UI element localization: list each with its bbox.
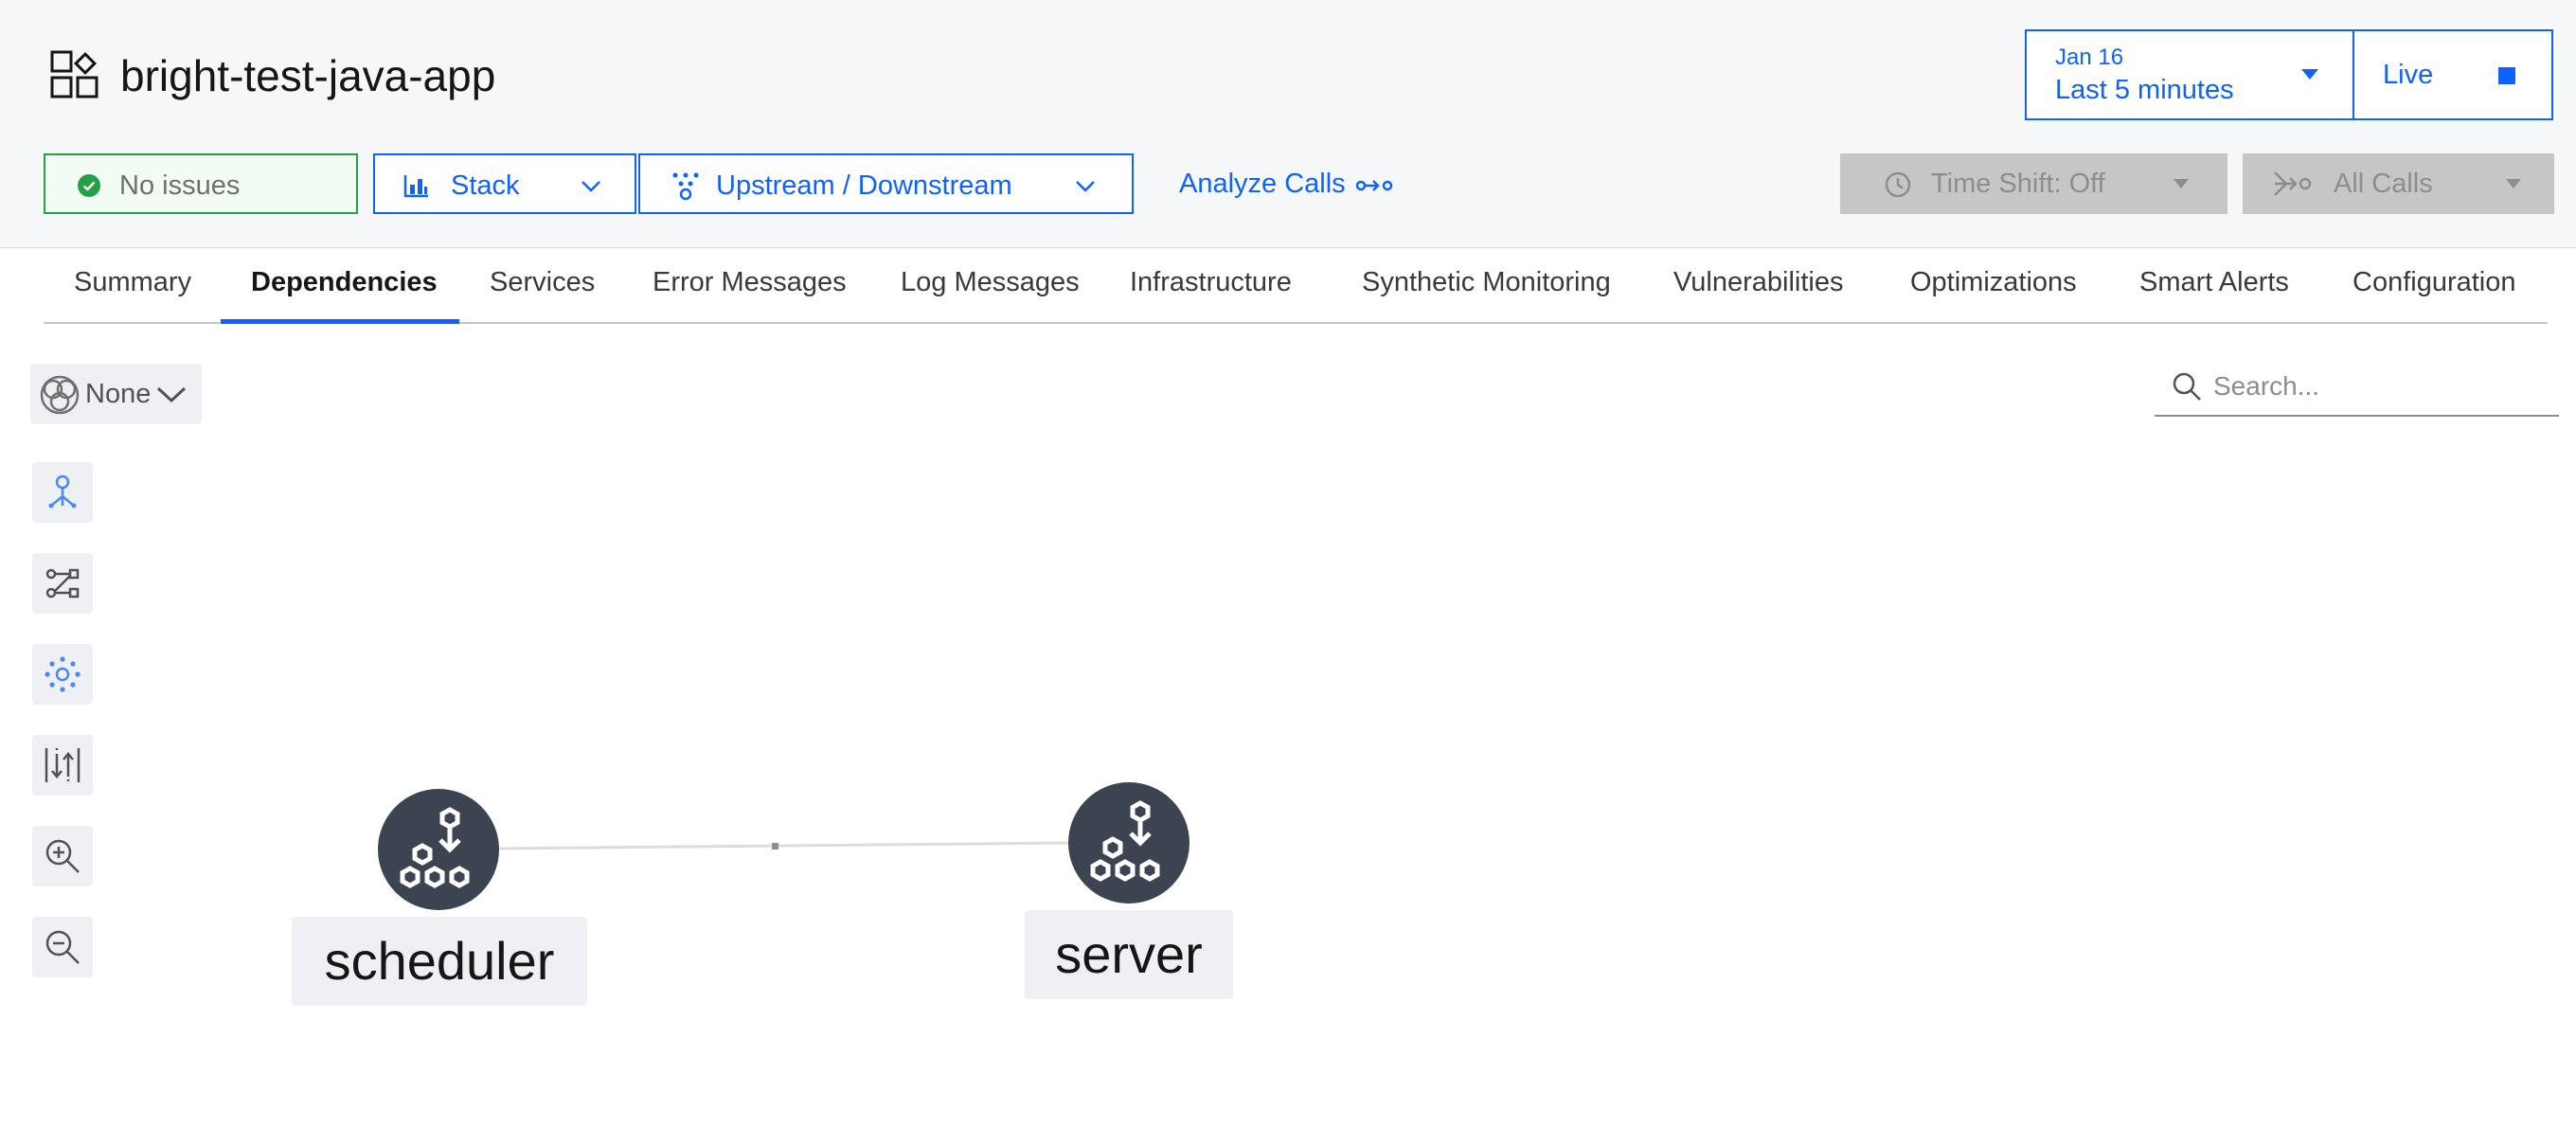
calls-label: All Calls [2334, 169, 2433, 199]
tab-summary[interactable]: Summary [74, 267, 191, 298]
time-shift-label: Time Shift: Off [1931, 169, 2105, 199]
scheduler-node[interactable] [378, 789, 499, 910]
page-title: bright-test-java-app [120, 51, 496, 100]
chevron-down-icon [581, 181, 600, 192]
tab-infrastructure[interactable]: Infrastructure [1130, 267, 1292, 298]
service-icon [1090, 800, 1160, 882]
stop-icon [2498, 67, 2515, 84]
caret-down-icon [2174, 179, 2189, 188]
direction-dropdown[interactable]: Upstream / Downstream [638, 153, 1134, 214]
application-icon [50, 50, 98, 98]
scheduler-node-label[interactable]: scheduler [292, 917, 587, 1006]
zoom-out-icon [45, 930, 80, 964]
tab-optimizations[interactable]: Optimizations [1910, 267, 2077, 298]
service-icon [400, 807, 470, 888]
group-by-label: None [85, 379, 152, 409]
time-range-picker[interactable]: Jan 16 Last 5 minutes [2025, 29, 2354, 120]
stack-label: Stack [451, 170, 520, 201]
stack-dropdown[interactable]: Stack [373, 153, 636, 214]
tab-vulnerabilities[interactable]: Vulnerabilities [1673, 267, 1843, 298]
search-icon [2173, 372, 2201, 401]
cluster-layout-icon [45, 656, 80, 692]
sort-icon [45, 748, 80, 782]
topology-icon [672, 172, 699, 201]
checkmark-circle-icon [78, 174, 100, 197]
group-by-dropdown[interactable]: None [30, 364, 202, 424]
server-node-label[interactable]: server [1025, 910, 1233, 999]
cluster-layout-button[interactable] [32, 644, 93, 705]
flow-layout-button[interactable] [32, 553, 93, 614]
time-picker-date: Jan 16 [2055, 45, 2124, 70]
bar-chart-icon [403, 175, 428, 198]
tree-layout-button[interactable] [32, 462, 93, 523]
edge-midpoint-marker [772, 843, 778, 850]
app-header: bright-test-java-app Jan 16 Last 5 minut… [0, 0, 2576, 248]
tab-configuration[interactable]: Configuration [2352, 267, 2516, 298]
caret-down-icon [2506, 179, 2521, 188]
tab-error-messages[interactable]: Error Messages [653, 267, 847, 298]
zoom-in-button[interactable] [32, 826, 93, 886]
live-label: Live [2383, 60, 2434, 90]
zoom-out-button[interactable] [32, 917, 93, 977]
issues-status[interactable]: No issues [44, 153, 358, 214]
active-tab-indicator [221, 319, 459, 324]
graph-search [2155, 358, 2559, 417]
tab-synthetic-monitoring[interactable]: Synthetic Monitoring [1362, 267, 1611, 298]
clock-icon [1885, 171, 1911, 198]
chevron-down-icon [156, 386, 187, 403]
tab-log-messages[interactable]: Log Messages [901, 267, 1080, 298]
issues-label: No issues [119, 170, 241, 201]
tree-layout-icon [48, 474, 77, 509]
analyze-calls-link[interactable]: Analyze Calls [1179, 169, 1346, 200]
zoom-in-icon [45, 839, 80, 873]
calls-filter-icon [2274, 171, 2312, 196]
flow-layout-icon [45, 568, 80, 599]
live-toggle-button[interactable]: Live [2352, 29, 2553, 120]
group-circles-icon [40, 375, 80, 415]
tab-services[interactable]: Services [490, 267, 595, 298]
tab-dependencies[interactable]: Dependencies [251, 267, 438, 298]
caret-down-icon [2301, 69, 2318, 80]
dependency-edge [499, 841, 1069, 850]
analyze-calls-icon[interactable] [1356, 174, 1394, 197]
tab-smart-alerts[interactable]: Smart Alerts [2139, 267, 2289, 298]
sort-button[interactable] [32, 735, 93, 796]
search-input[interactable] [2213, 366, 2545, 407]
time-picker-range: Last 5 minutes [2055, 75, 2234, 105]
time-shift-dropdown[interactable]: Time Shift: Off [1840, 153, 2227, 214]
chevron-down-icon [1076, 181, 1095, 192]
server-node[interactable] [1068, 782, 1190, 903]
direction-label: Upstream / Downstream [716, 170, 1012, 201]
calls-dropdown[interactable]: All Calls [2243, 153, 2554, 214]
